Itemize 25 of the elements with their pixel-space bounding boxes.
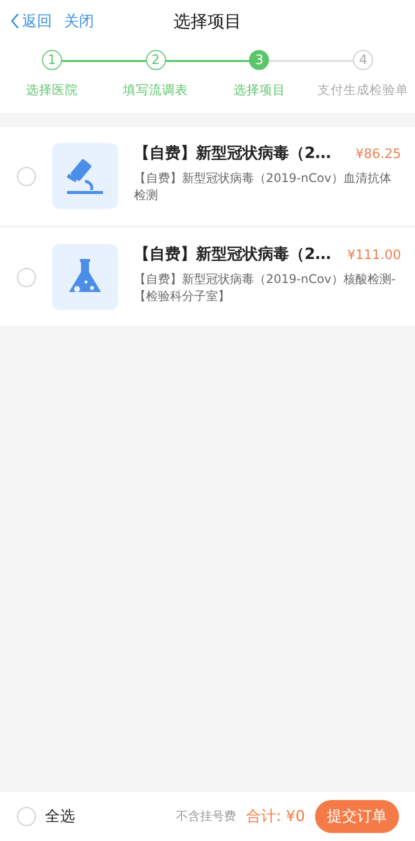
microscope-icon <box>65 156 105 196</box>
step-label: 支付生成检验单 <box>318 82 409 99</box>
total-amount: 合计: ¥0 <box>246 807 305 826</box>
item-description: 【自费】新型冠状病毒（2019-nCov）血清抗体检测 <box>134 170 392 204</box>
item-price: ¥111.00 <box>347 248 401 262</box>
radio-button[interactable] <box>17 166 36 186</box>
step-number: 4 <box>353 50 374 70</box>
select-all-radio[interactable] <box>17 807 36 826</box>
page-title: 选择项目 <box>174 12 242 32</box>
test-item-card[interactable]: 【自费】新型冠状病毒（2... ¥111.00 【自费】新型冠状病毒（2019-nCov）核酸检测-【检验科分子室】 <box>0 228 415 326</box>
step-number: 1 <box>42 50 62 70</box>
test-item-card[interactable]: 【自费】新型冠状病毒（2... ¥86.25 【自费】新型冠状病毒（2019-nCov）血清抗体检测 <box>0 127 415 225</box>
step-label: 选择项目 <box>233 82 286 99</box>
step-number: 3 <box>249 50 270 70</box>
chevron-left-icon <box>10 13 20 29</box>
fee-note: 不含挂号费 <box>176 808 236 825</box>
radio-button[interactable] <box>17 268 36 286</box>
item-title: 【自费】新型冠状病毒（2... <box>134 244 331 264</box>
step-label: 填写流调表 <box>123 82 188 99</box>
step-number: 2 <box>146 50 166 70</box>
item-description: 【自费】新型冠状病毒（2019-nCov）核酸检测-【检验科分子室】 <box>134 270 397 304</box>
item-title: 【自费】新型冠状病毒（2... <box>134 142 331 164</box>
item-price: ¥86.25 <box>356 146 401 162</box>
step-label: 选择医院 <box>26 82 78 99</box>
select-all-label[interactable]: 全选 <box>45 807 75 826</box>
